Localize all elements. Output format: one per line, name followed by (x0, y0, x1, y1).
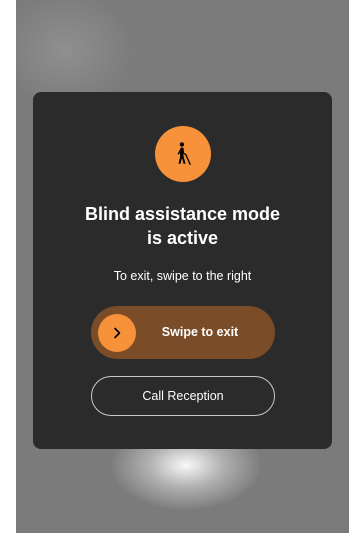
chevron-right-icon (114, 327, 121, 339)
swipe-handle[interactable] (98, 314, 136, 352)
dialog-title: Blind assistance mode is active (33, 202, 332, 250)
dialog-subtitle: To exit, swipe to the right (113, 269, 252, 283)
blind-assistance-dialog: Blind assistance mode is active To exit,… (33, 92, 332, 449)
screen-backdrop: Blind assistance mode is active To exit,… (16, 0, 349, 533)
dialog-title-line-1: Blind assistance mode (84, 204, 281, 224)
swipe-label: Swipe to exit (161, 325, 239, 339)
swipe-to-exit-slider[interactable]: Swipe to exit (91, 306, 275, 359)
dialog-title-line-2: is active (146, 228, 219, 248)
call-reception-button[interactable]: Call Reception (91, 376, 275, 416)
blind-person-with-cane-icon (155, 126, 211, 182)
